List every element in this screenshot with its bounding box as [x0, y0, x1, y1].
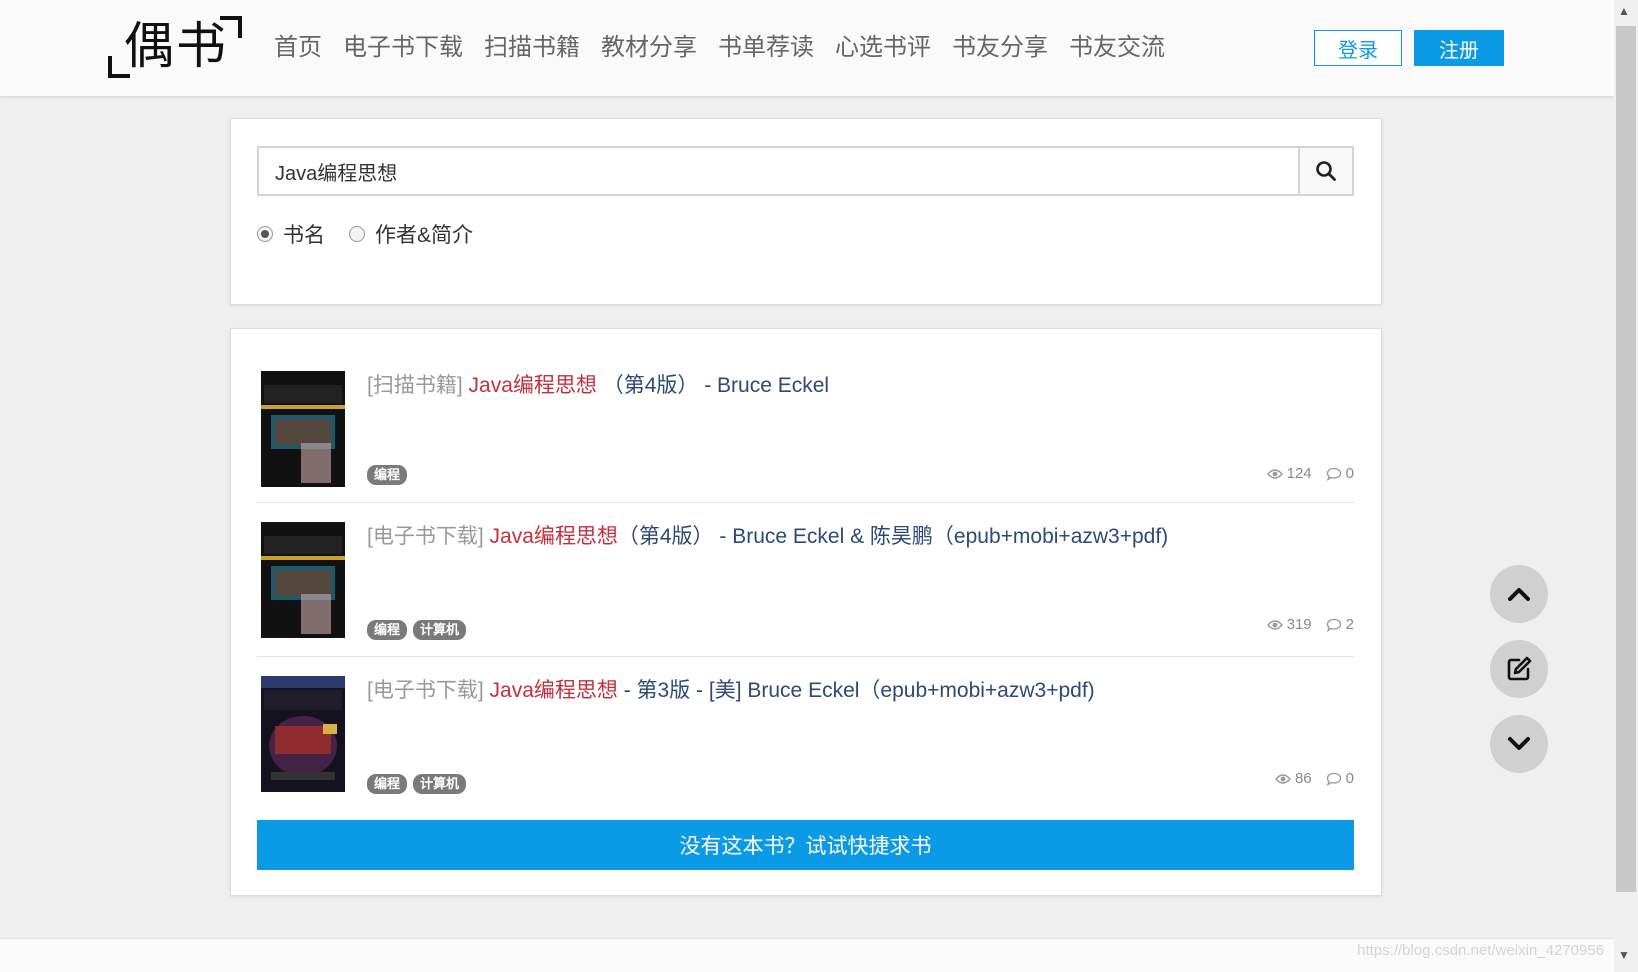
result-divider	[257, 656, 1354, 657]
result-item[interactable]: [电子书下载] Java编程思想 - 第3版 - [美] Bruce Eckel…	[257, 676, 1354, 796]
result-category: [电子书下载]	[367, 525, 484, 548]
scroll-down-arrow-icon[interactable]: ▼	[1618, 948, 1630, 962]
radio-author-intro-dot[interactable]	[349, 226, 365, 242]
view-count-value: 319	[1286, 616, 1312, 633]
scrollbar-thumb[interactable]	[1616, 26, 1636, 892]
chevron-up-icon	[1508, 588, 1530, 601]
search-scope-options: 书名 作者&简介	[257, 219, 497, 249]
result-title-rest: - 第3版 - [美] Bruce Eckel（epub+mobi+azw3+p…	[617, 679, 1095, 702]
view-count-value: 86	[1294, 770, 1312, 787]
main-nav: 首页 电子书下载 扫描书籍 教材分享 书单荐读 心选书评 书友分享 书友交流	[274, 28, 1186, 68]
comment-count: 0	[1326, 465, 1354, 482]
result-item[interactable]: [扫描书籍] Java编程思想 （第4版） - Bruce Eckel 编程 1…	[257, 371, 1354, 491]
result-category: [扫描书籍]	[367, 374, 463, 397]
result-title-rest: （第4版） - Bruce Eckel & 陈昊鹏（epub+mobi+azw3…	[617, 525, 1169, 548]
comment-count-value: 2	[1345, 616, 1354, 633]
book-cover-image[interactable]	[261, 371, 345, 487]
book-cover-image[interactable]	[261, 676, 345, 792]
result-title-highlight: Java编程思想	[489, 679, 618, 702]
chevron-down-icon	[1508, 737, 1530, 750]
view-count: 86	[1275, 770, 1312, 787]
view-count: 124	[1266, 465, 1312, 482]
login-button[interactable]: 登录	[1314, 30, 1402, 66]
comment-count-value: 0	[1345, 770, 1354, 787]
search-box	[257, 146, 1354, 196]
edit-icon	[1507, 656, 1532, 681]
result-title-highlight: Java编程思想	[489, 525, 618, 548]
result-title[interactable]: [电子书下载] Java编程思想 - 第3版 - [美] Bruce Eckel…	[367, 676, 1095, 706]
tag-badge[interactable]: 计算机	[413, 774, 467, 794]
nav-item-book-lists[interactable]: 书单荐读	[718, 28, 814, 68]
nav-item-home[interactable]: 首页	[274, 28, 322, 68]
comment-icon	[1326, 772, 1341, 786]
nav-item-reader-sharing[interactable]: 书友分享	[952, 28, 1048, 68]
search-input[interactable]	[259, 148, 1298, 194]
radio-author-intro-label: 作者&简介	[375, 224, 474, 247]
comment-count-value: 0	[1345, 465, 1354, 482]
result-title-rest: （第4版） - Bruce Eckel	[596, 374, 830, 397]
tag-badge[interactable]: 计算机	[413, 620, 467, 640]
comment-count: 2	[1326, 616, 1354, 633]
view-count: 319	[1266, 616, 1312, 633]
result-title-highlight: Java编程思想	[468, 374, 597, 397]
logo-text: 偶书	[124, 17, 228, 75]
radio-author-intro[interactable]: 作者&简介	[349, 219, 473, 249]
results-panel: [扫描书籍] Java编程思想 （第4版） - Bruce Eckel 编程 1…	[230, 328, 1382, 896]
search-icon	[1316, 161, 1336, 181]
radio-title-dot[interactable]	[257, 226, 273, 242]
result-divider	[257, 502, 1354, 503]
nav-item-scanned-books[interactable]: 扫描书籍	[484, 28, 580, 68]
comment-count: 0	[1326, 770, 1354, 787]
result-stats: 319 2	[1253, 616, 1354, 633]
eye-icon	[1266, 468, 1283, 479]
search-panel: 书名 作者&简介	[230, 118, 1382, 305]
result-tags: 编程	[367, 465, 408, 485]
nav-item-textbooks[interactable]: 教材分享	[601, 28, 697, 68]
radio-title-label: 书名	[283, 224, 325, 247]
scroll-up-arrow-icon[interactable]: ▲	[1618, 4, 1630, 18]
watermark-text: https://blog.csdn.net/weixin_4270956	[1357, 942, 1604, 959]
comment-icon	[1326, 618, 1341, 632]
nav-item-reader-forum[interactable]: 书友交流	[1069, 28, 1165, 68]
result-item[interactable]: [电子书下载] Java编程思想（第4版） - Bruce Eckel & 陈昊…	[257, 522, 1354, 642]
result-stats: 124 0	[1253, 465, 1354, 482]
edit-button[interactable]	[1490, 640, 1548, 698]
eye-icon	[1275, 773, 1291, 784]
request-book-button[interactable]: 没有这本书？试试快捷求书	[257, 820, 1354, 870]
site-logo[interactable]: 偶书	[108, 14, 248, 80]
nav-item-ebook-download[interactable]: 电子书下载	[343, 28, 463, 68]
scroll-bottom-button[interactable]	[1490, 715, 1548, 773]
result-category: [电子书下载]	[367, 679, 484, 702]
search-button[interactable]	[1298, 148, 1352, 194]
result-title[interactable]: [电子书下载] Java编程思想（第4版） - Bruce Eckel & 陈昊…	[367, 522, 1168, 552]
result-tags: 编程 计算机	[367, 620, 467, 640]
tag-badge[interactable]: 编程	[367, 465, 408, 485]
register-button[interactable]: 注册	[1414, 30, 1504, 66]
logo-bracket-right	[220, 16, 242, 38]
book-cover-image[interactable]	[261, 522, 345, 638]
result-title[interactable]: [扫描书籍] Java编程思想 （第4版） - Bruce Eckel	[367, 371, 829, 401]
result-stats: 86 0	[1261, 770, 1354, 787]
nav-item-reviews[interactable]: 心选书评	[835, 28, 931, 68]
tag-badge[interactable]: 编程	[367, 620, 408, 640]
comment-icon	[1326, 467, 1341, 481]
view-count-value: 124	[1286, 465, 1312, 482]
result-tags: 编程 计算机	[367, 774, 467, 794]
eye-icon	[1266, 619, 1283, 630]
scroll-top-button[interactable]	[1490, 565, 1548, 623]
site-header: 偶书 首页 电子书下载 扫描书籍 教材分享 书单荐读 心选书评 书友分享 书友交…	[0, 0, 1614, 97]
tag-badge[interactable]: 编程	[367, 774, 408, 794]
radio-title[interactable]: 书名	[257, 219, 325, 249]
